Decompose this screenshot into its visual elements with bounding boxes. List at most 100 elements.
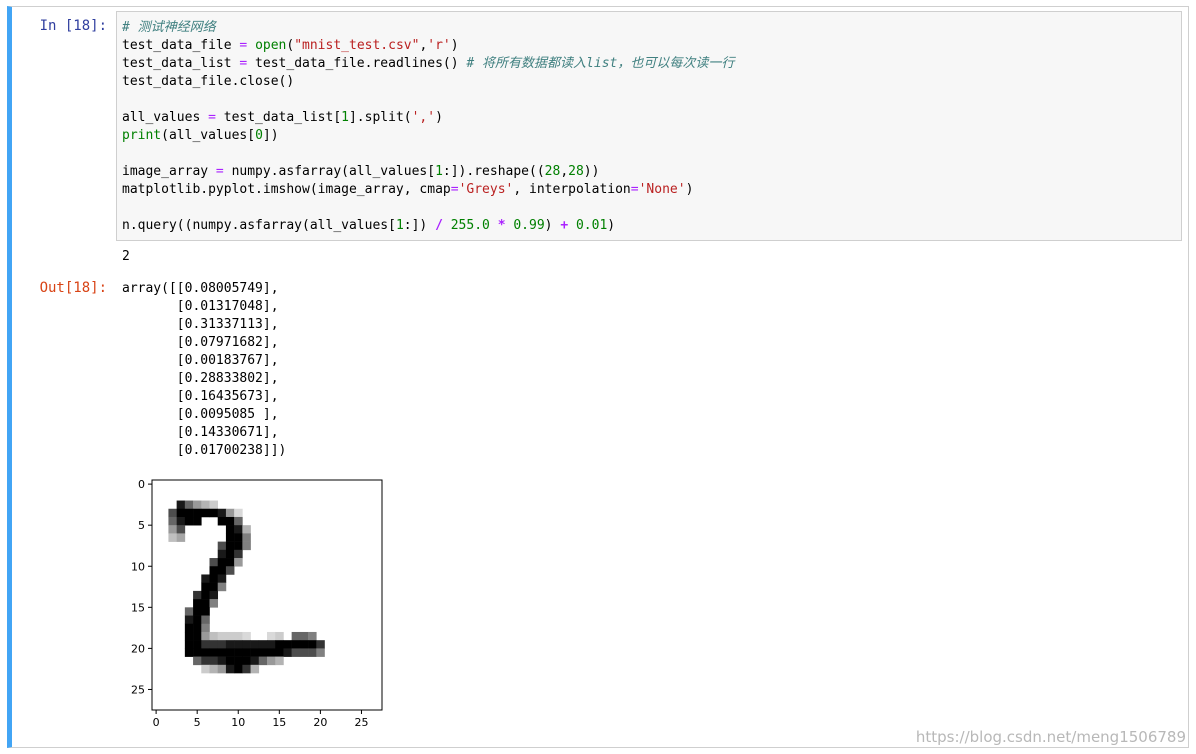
image-pixel — [225, 664, 235, 674]
image-pixel — [201, 664, 210, 674]
output-line: array([[0.08005749], — [122, 281, 279, 296]
image-pixel — [234, 516, 243, 526]
image-pixel — [308, 640, 317, 649]
image-pixel — [184, 640, 194, 649]
image-pixel — [168, 508, 177, 518]
code-token: test_data_list — [122, 56, 240, 71]
code-token: ]) — [262, 128, 279, 143]
image-pixel — [316, 640, 325, 649]
image-pixel — [193, 508, 202, 518]
code-token: # 将所有数据都读入list，也可以每次读一行 — [466, 56, 735, 71]
code-token: * — [497, 218, 506, 233]
code-token: 'Greys' — [458, 182, 514, 197]
image-pixel — [209, 631, 219, 641]
code-token: test_data_list[ — [215, 110, 342, 125]
image-pixel — [184, 615, 194, 625]
image-pixel — [209, 500, 219, 510]
image-pixel — [217, 631, 227, 641]
image-pixel — [193, 516, 202, 526]
image-pixel — [176, 525, 186, 534]
image-pixel — [184, 623, 194, 633]
code-editor[interactable]: # 测试神经网络 test_data_file = open("mnist_tes… — [116, 11, 1182, 241]
image-pixel — [217, 508, 227, 518]
image-pixel — [283, 640, 292, 649]
image-pixel — [193, 631, 202, 641]
code-token: ) — [435, 110, 443, 125]
code-token: ) — [544, 218, 561, 233]
code-token: 28 — [568, 164, 584, 179]
image-pixel — [258, 640, 268, 649]
image-pixel — [209, 656, 219, 666]
code-line: print(all_values[0]) — [122, 127, 734, 145]
array-output: array([[0.08005749], [0.01317048], [0.31… — [122, 280, 286, 460]
image-pixel — [225, 558, 235, 567]
image-pixel — [217, 574, 227, 583]
image-pixel — [283, 648, 292, 657]
code-token: ) — [450, 38, 459, 53]
image-pixel — [217, 516, 227, 526]
image-pixel — [217, 664, 227, 674]
image-pixel — [234, 541, 243, 551]
code-token: ',' — [411, 110, 436, 125]
image-pixel — [201, 599, 210, 608]
output-line: [0.16435673], — [122, 389, 279, 404]
image-pixel — [234, 631, 243, 641]
image-pixel — [299, 648, 309, 657]
x-tick-label: 0 — [153, 716, 160, 729]
image-pixel — [184, 508, 194, 518]
input-prompt: In [18]: — [39, 18, 107, 34]
output-line: [0.28833802], — [122, 371, 279, 386]
image-pixel — [250, 664, 260, 674]
code-block[interactable]: # 测试神经网络 test_data_file = open("mnist_tes… — [122, 19, 734, 235]
code-token: n.query((numpy.asfarray(all_values[ — [122, 218, 396, 233]
image-pixel — [234, 664, 243, 674]
code-token: all_values — [122, 110, 209, 125]
stdout-output: 2 — [122, 249, 130, 264]
image-pixel — [234, 648, 243, 657]
code-token: 'None' — [638, 182, 686, 197]
output-line: [0.0095085 ], — [122, 407, 279, 422]
image-pixel — [201, 582, 210, 592]
image-pixel — [201, 656, 210, 666]
image-pixel — [209, 574, 219, 583]
image-pixel — [234, 558, 243, 567]
y-tick-label: 20 — [131, 642, 145, 655]
image-pixel — [242, 664, 251, 674]
code-token: = — [450, 182, 459, 197]
image-pixel — [267, 640, 276, 649]
code-token: numpy.asfarray(all_values[ — [223, 164, 436, 179]
code-token: # 测试神经网络 — [122, 20, 216, 35]
code-token: 28 — [544, 164, 561, 179]
image-pixel — [234, 640, 243, 649]
code-token: :]) — [403, 218, 436, 233]
image-pixel — [176, 500, 186, 510]
code-token: = — [208, 110, 216, 125]
y-tick-label: 5 — [138, 519, 145, 532]
x-tick-label: 5 — [194, 716, 201, 729]
image-pixel — [193, 500, 202, 510]
image-pixel — [209, 664, 219, 674]
image-pixel — [217, 549, 227, 559]
code-line: # 测试神经网络 — [122, 19, 734, 37]
image-pixel — [193, 590, 202, 600]
image-pixel — [275, 631, 284, 641]
image-pixel — [299, 631, 309, 641]
code-token: 255.0 — [450, 218, 490, 233]
image-pixel — [225, 656, 235, 666]
image-pixel — [193, 615, 202, 625]
output-line: [0.14330671], — [122, 425, 279, 440]
image-pixel — [234, 656, 243, 666]
image-pixel — [225, 640, 235, 649]
image-pixel — [176, 533, 186, 542]
code-token: = — [215, 164, 224, 179]
x-tick-label: 25 — [354, 716, 368, 729]
image-pixel — [217, 648, 227, 657]
image-pixel — [217, 582, 227, 592]
image-pixel — [201, 508, 210, 518]
image-pixel — [267, 648, 276, 657]
image-pixel — [258, 656, 268, 666]
